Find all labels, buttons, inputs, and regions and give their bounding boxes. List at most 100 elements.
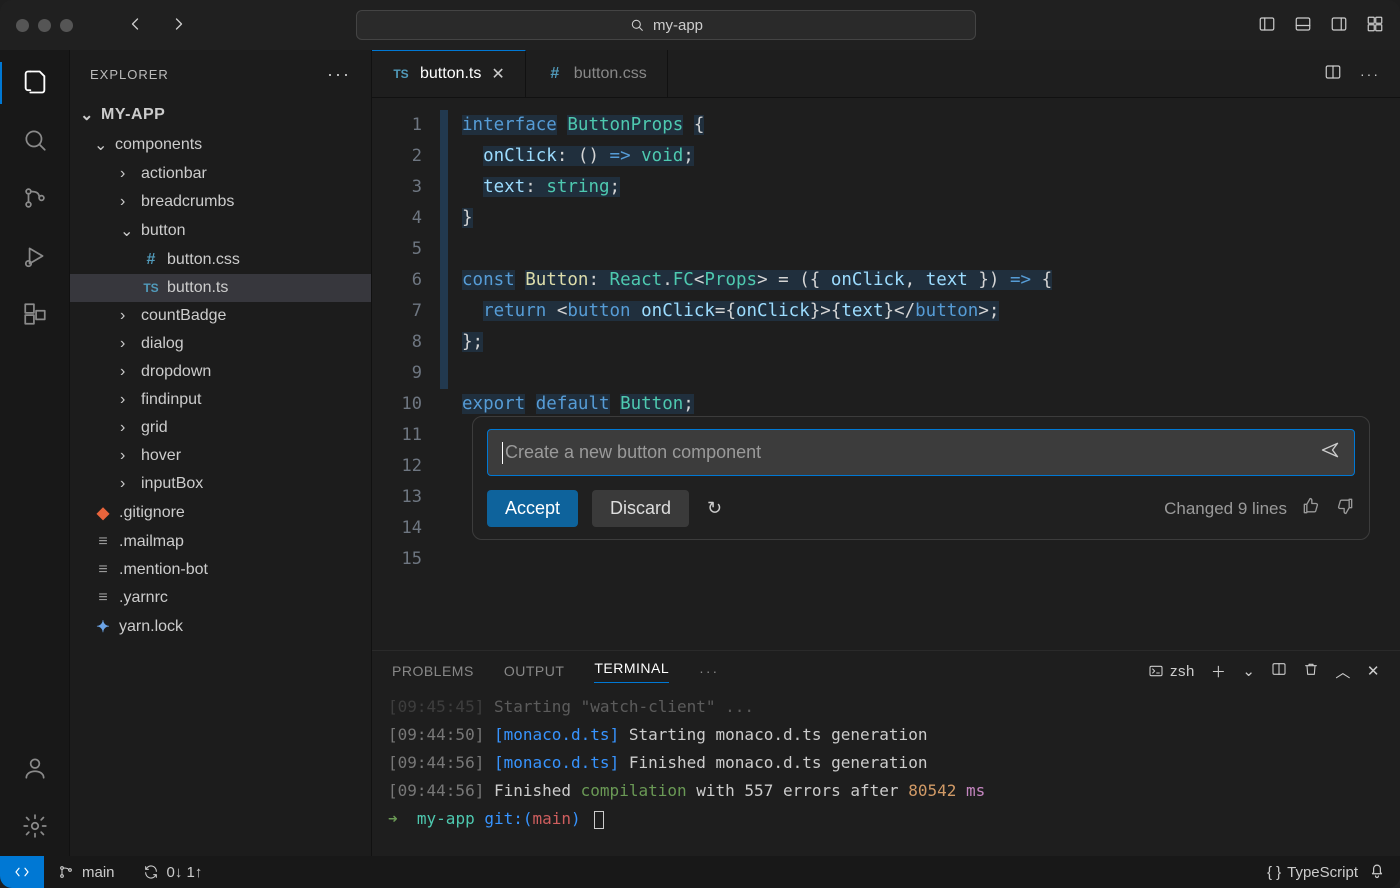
inline-chat-placeholder: Create a new button component bbox=[505, 442, 761, 463]
chevron-right-icon: › bbox=[120, 363, 134, 381]
terminal-profile[interactable]: zsh bbox=[1148, 663, 1195, 680]
folder-dialog[interactable]: › dialog bbox=[70, 330, 371, 358]
send-icon[interactable] bbox=[1320, 440, 1340, 465]
regenerate-icon[interactable]: ↻ bbox=[707, 498, 722, 519]
sidebar-title: EXPLORER bbox=[90, 67, 169, 82]
folder-root[interactable]: ⌄ MY-APP bbox=[70, 100, 371, 130]
titlebar: my-app bbox=[0, 0, 1400, 50]
folder-actionbar[interactable]: ›actionbar bbox=[70, 160, 371, 188]
status-language[interactable]: { } TypeScript bbox=[1267, 864, 1358, 881]
folder-label: dialog bbox=[141, 335, 184, 353]
text-file-icon: ≡ bbox=[94, 589, 112, 607]
activity-search-icon[interactable] bbox=[21, 126, 49, 154]
activity-debug-icon[interactable] bbox=[21, 242, 49, 270]
folder-breadcrumbs[interactable]: ›breadcrumbs bbox=[70, 188, 371, 216]
maximize-panel-icon[interactable]: ︿ bbox=[1335, 661, 1351, 682]
css-file-icon: # bbox=[546, 65, 564, 83]
folder-label: components bbox=[115, 136, 202, 154]
file-button-ts[interactable]: TSbutton.ts bbox=[70, 274, 371, 302]
layout-customize-icon[interactable] bbox=[1366, 15, 1384, 36]
folder-label: dropdown bbox=[141, 363, 211, 381]
remote-indicator[interactable] bbox=[0, 856, 44, 888]
tab-label: button.ts bbox=[420, 65, 481, 83]
folder-label: breadcrumbs bbox=[141, 193, 234, 211]
chevron-right-icon: › bbox=[120, 335, 134, 353]
folder-label: hover bbox=[141, 447, 181, 465]
folder-components[interactable]: ⌄components bbox=[70, 130, 371, 160]
file-label: .yarnrc bbox=[119, 589, 168, 607]
folder-button[interactable]: ⌄button bbox=[70, 216, 371, 246]
tab-button-css[interactable]: # button.css bbox=[526, 50, 668, 97]
file-label: button.css bbox=[167, 251, 240, 269]
close-panel-icon[interactable]: ✕ bbox=[1367, 662, 1380, 680]
split-terminal-icon[interactable] bbox=[1271, 661, 1287, 681]
maximize-window[interactable] bbox=[60, 19, 73, 32]
folder-dropdown[interactable]: › dropdown bbox=[70, 358, 371, 386]
folder-countbadge[interactable]: ›countBadge bbox=[70, 302, 371, 330]
nav-back-icon[interactable] bbox=[125, 14, 145, 37]
yarn-file-icon: ✦ bbox=[94, 617, 112, 637]
code-editor[interactable]: 123456789101112131415 interface ButtonPr… bbox=[372, 98, 1400, 650]
panel-tab-output[interactable]: OUTPUT bbox=[504, 663, 565, 679]
ts-file-icon: TS bbox=[142, 281, 160, 295]
minimize-window[interactable] bbox=[38, 19, 51, 32]
app-window: my-app EXPLORER ··· bbox=[0, 0, 1400, 888]
folder-label: actionbar bbox=[141, 165, 207, 183]
close-window[interactable] bbox=[16, 19, 29, 32]
layout-panel-icon[interactable] bbox=[1294, 15, 1312, 36]
sidebar: EXPLORER ··· ⌄ MY-APP ⌄components ›actio… bbox=[70, 50, 372, 856]
chevron-down-icon: ⌄ bbox=[80, 105, 94, 125]
kill-terminal-icon[interactable] bbox=[1303, 661, 1319, 681]
folder-findinput[interactable]: ›findinput bbox=[70, 386, 371, 414]
panel-tab-terminal[interactable]: TERMINAL bbox=[594, 660, 669, 683]
command-center-text: my-app bbox=[653, 17, 703, 34]
discard-button[interactable]: Discard bbox=[592, 490, 689, 527]
activity-source-control-icon[interactable] bbox=[21, 184, 49, 212]
chevron-right-icon: › bbox=[120, 419, 134, 437]
split-editor-icon[interactable] bbox=[1324, 63, 1342, 84]
file-mailmap[interactable]: ≡.mailmap bbox=[70, 528, 371, 556]
layout-sidebar-left-icon[interactable] bbox=[1258, 15, 1276, 36]
folder-inputbox[interactable]: ›inputBox bbox=[70, 470, 371, 498]
layout-sidebar-right-icon[interactable] bbox=[1330, 15, 1348, 36]
git-file-icon: ◆ bbox=[94, 503, 112, 523]
terminal-dropdown-icon[interactable]: ⌄ bbox=[1242, 662, 1255, 680]
code-content[interactable]: interface ButtonProps { onClick: () => v… bbox=[462, 110, 1384, 420]
status-sync[interactable]: 0↓ 1↑ bbox=[129, 864, 217, 881]
nav-forward-icon[interactable] bbox=[169, 14, 189, 37]
close-tab-icon[interactable]: ✕ bbox=[491, 64, 504, 84]
accept-button[interactable]: Accept bbox=[487, 490, 578, 527]
activity-explorer-icon[interactable] bbox=[21, 68, 49, 96]
inline-chat-input[interactable]: Create a new button component bbox=[487, 429, 1355, 476]
sidebar-more-icon[interactable]: ··· bbox=[327, 64, 351, 85]
folder-label: grid bbox=[141, 419, 168, 437]
chevron-right-icon: › bbox=[120, 391, 134, 409]
tab-button-ts[interactable]: TS button.ts ✕ bbox=[372, 50, 526, 97]
panel-more-icon[interactable]: ··· bbox=[699, 663, 719, 679]
status-branch[interactable]: main bbox=[44, 864, 129, 881]
activity-extensions-icon[interactable] bbox=[21, 300, 49, 328]
panel-tab-problems[interactable]: PROBLEMS bbox=[392, 663, 474, 679]
activity-account-icon[interactable] bbox=[21, 754, 49, 782]
tab-label: button.css bbox=[574, 65, 647, 83]
file-label: .gitignore bbox=[119, 504, 185, 522]
thumbs-down-icon[interactable] bbox=[1335, 496, 1355, 521]
file-yarnrc[interactable]: ≡ .yarnrc bbox=[70, 584, 371, 612]
file-yarn-lock[interactable]: ✦ yarn.lock bbox=[70, 612, 371, 642]
file-label: yarn.lock bbox=[119, 618, 183, 636]
new-terminal-icon[interactable]: ＋ bbox=[1211, 661, 1227, 682]
folder-grid[interactable]: › grid bbox=[70, 414, 371, 442]
file-button-css[interactable]: # button.css bbox=[70, 246, 371, 274]
file-mention-bot[interactable]: ≡.mention-bot bbox=[70, 556, 371, 584]
file-gitignore[interactable]: ◆ .gitignore bbox=[70, 498, 371, 528]
command-center[interactable]: my-app bbox=[356, 10, 976, 40]
css-file-icon: # bbox=[142, 251, 160, 269]
thumbs-up-icon[interactable] bbox=[1301, 496, 1321, 521]
activity-settings-icon[interactable] bbox=[21, 812, 49, 840]
terminal-output[interactable]: [09:45:45] Starting "watch-client" ... [… bbox=[372, 691, 1400, 856]
folder-hover[interactable]: › hover bbox=[70, 442, 371, 470]
more-actions-icon[interactable]: ··· bbox=[1360, 66, 1380, 82]
activity-bar bbox=[0, 50, 70, 856]
notifications-icon[interactable] bbox=[1368, 861, 1386, 883]
chevron-right-icon: › bbox=[120, 447, 134, 465]
